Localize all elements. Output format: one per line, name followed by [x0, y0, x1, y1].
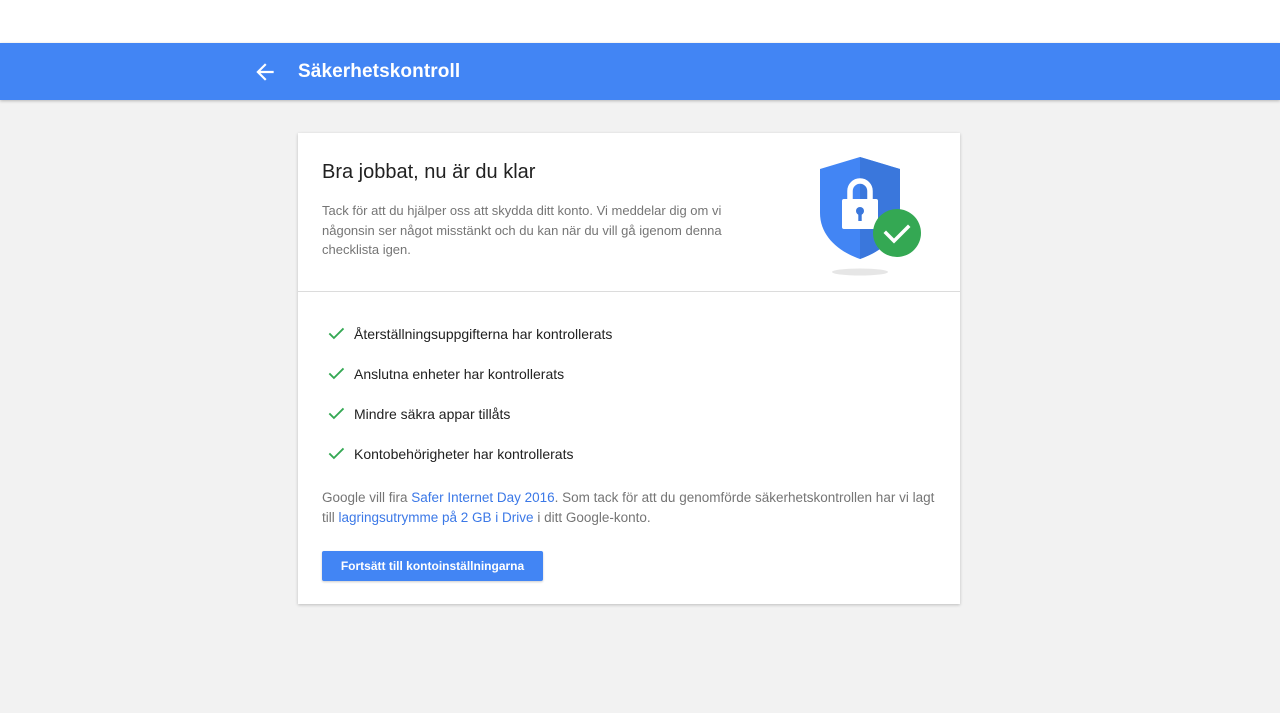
drive-storage-link[interactable]: lagringsutrymme på 2 GB i Drive: [339, 510, 534, 525]
list-item: Mindre säkra appar tillåts: [322, 401, 932, 441]
card-title: Bra jobbat, nu är du klar: [322, 161, 536, 183]
safer-internet-day-link[interactable]: Safer Internet Day 2016: [411, 490, 554, 505]
arrow-back-icon: [256, 63, 274, 81]
page-title: Säkerhetskontroll: [298, 61, 461, 82]
checkmark-icon: [328, 407, 345, 420]
top-blank-area: [0, 0, 1280, 43]
checkmark-icon: [328, 367, 345, 380]
shield-lock-check-icon: [820, 157, 921, 276]
checkmark-icon: [328, 327, 345, 340]
checklist-item-label: Anslutna enheter har kontrollerats: [354, 366, 565, 382]
card-header: Bra jobbat, nu är du klar Tack för att d…: [298, 133, 960, 291]
list-item: Anslutna enheter har kontrollerats: [322, 361, 932, 401]
checked-items-list: Återställningsuppgifterna har kontroller…: [322, 321, 932, 481]
back-button[interactable]: [252, 59, 278, 85]
card-divider: [298, 291, 960, 292]
list-item: Återställningsuppgifterna har kontroller…: [322, 321, 932, 361]
checklist-item-label: Kontobehörigheter har kontrollerats: [354, 446, 574, 462]
card-description: Tack för att du hjälper oss att skydda d…: [322, 203, 722, 257]
promo-text-part: Google vill fira: [322, 490, 412, 505]
continue-to-account-settings-button[interactable]: Fortsätt till kontoinställningarna: [322, 551, 543, 581]
promo-text: Google vill fira Safer Internet Day 2016…: [322, 488, 942, 528]
checklist-item-label: Återställningsuppgifterna har kontroller…: [354, 326, 613, 342]
list-item: Kontobehörigheter har kontrollerats: [322, 441, 932, 481]
checklist-item-label: Mindre säkra appar tillåts: [354, 406, 511, 422]
promo-text-part: i ditt Google-konto.: [533, 510, 651, 525]
checkmark-icon: [328, 447, 345, 460]
completion-card: Bra jobbat, nu är du klar Tack för att d…: [298, 133, 960, 604]
app-bar: Säkerhetskontroll: [0, 43, 1280, 100]
